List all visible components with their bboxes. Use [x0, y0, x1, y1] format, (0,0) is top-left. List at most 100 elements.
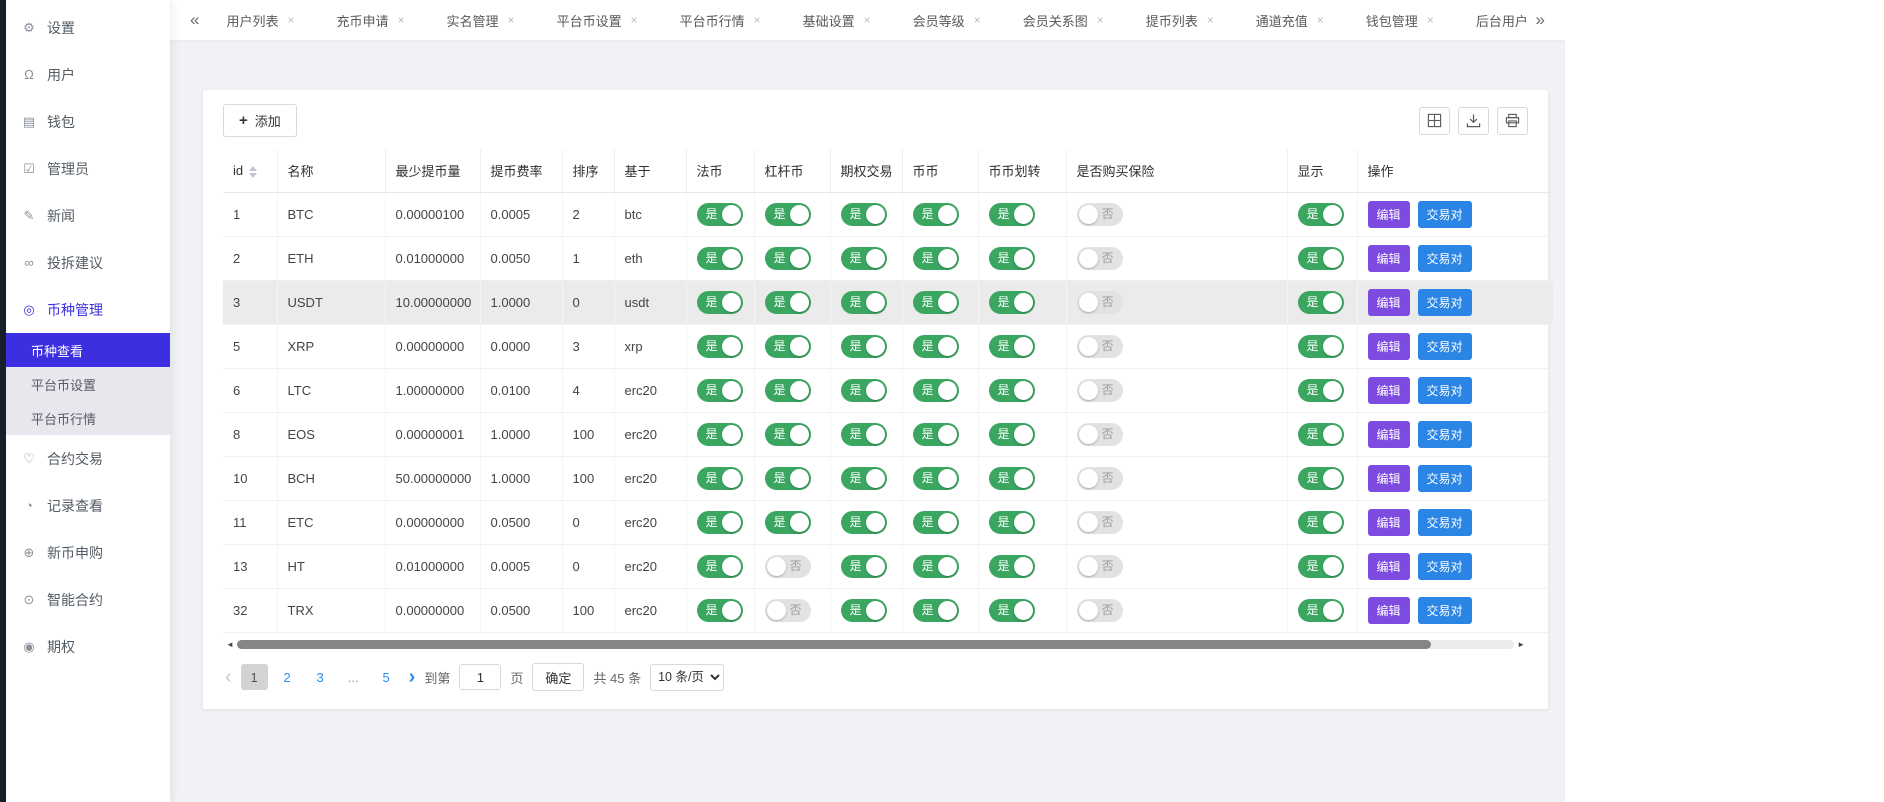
sidebar-subitem-coin-view[interactable]: 币种查看: [6, 333, 170, 367]
toggle-fiat[interactable]: 是: [697, 335, 743, 358]
toggle-options-trading[interactable]: 是: [841, 379, 887, 402]
trading-pair-button[interactable]: 交易对: [1418, 421, 1472, 448]
sort-icon[interactable]: [249, 166, 257, 178]
toggle-spot[interactable]: 是: [913, 555, 959, 578]
trading-pair-button[interactable]: 交易对: [1418, 465, 1472, 492]
toggle-spot[interactable]: 是: [913, 511, 959, 534]
trading-pair-button[interactable]: 交易对: [1418, 201, 1472, 228]
toggle-visible[interactable]: 是: [1298, 599, 1344, 622]
sidebar-item-admins[interactable]: ☑管理员: [6, 145, 170, 192]
tab-close-icon[interactable]: ×: [508, 13, 515, 27]
toggle-options-trading[interactable]: 是: [841, 203, 887, 226]
tab-close-icon[interactable]: ×: [631, 13, 638, 27]
toggle-insurance[interactable]: 否: [1077, 555, 1123, 578]
sidebar-item-settings[interactable]: ⚙设置: [6, 4, 170, 51]
page-number-2[interactable]: 2: [274, 664, 301, 690]
toggle-fiat[interactable]: 是: [697, 203, 743, 226]
toggle-options-trading[interactable]: 是: [841, 335, 887, 358]
trading-pair-button[interactable]: 交易对: [1418, 597, 1472, 624]
tab-member-level[interactable]: 会员等级×: [898, 4, 996, 37]
toggle-insurance[interactable]: 否: [1077, 203, 1123, 226]
tab-basic-settings[interactable]: 基础设置×: [788, 4, 886, 37]
edit-button[interactable]: 编辑: [1368, 333, 1410, 360]
confirm-button[interactable]: 确定: [532, 663, 584, 691]
toggle-visible[interactable]: 是: [1298, 335, 1344, 358]
sidebar-item-options[interactable]: ◉期权: [6, 623, 170, 670]
toggle-visible[interactable]: 是: [1298, 423, 1344, 446]
tab-user-list[interactable]: 用户列表×: [211, 4, 309, 37]
page-number-5[interactable]: 5: [373, 664, 400, 690]
toggle-leverage[interactable]: 否: [765, 599, 811, 622]
tab-deposit-requests[interactable]: 充币申请×: [322, 4, 420, 37]
toggle-leverage[interactable]: 是: [765, 203, 811, 226]
page-number-3[interactable]: 3: [307, 664, 334, 690]
toggle-fiat[interactable]: 是: [697, 511, 743, 534]
sidebar-item-record-view[interactable]: ◔记录查看: [6, 482, 170, 529]
toggle-insurance[interactable]: 否: [1077, 511, 1123, 534]
toggle-fiat[interactable]: 是: [697, 599, 743, 622]
toggle-visible[interactable]: 是: [1298, 203, 1344, 226]
toggle-leverage[interactable]: 是: [765, 423, 811, 446]
edit-button[interactable]: 编辑: [1368, 377, 1410, 404]
sidebar-item-wallet[interactable]: ▤钱包: [6, 98, 170, 145]
toggle-spot[interactable]: 是: [913, 247, 959, 270]
tab-backend-users[interactable]: 后台用户×: [1461, 4, 1530, 37]
toggle-transfer[interactable]: 是: [989, 555, 1035, 578]
sidebar-item-feedback[interactable]: ∞投拆建议: [6, 239, 170, 286]
tab-withdraw-list[interactable]: 提币列表×: [1131, 4, 1229, 37]
tab-platform-coin-market[interactable]: 平台币行情×: [665, 4, 776, 37]
trading-pair-button[interactable]: 交易对: [1418, 377, 1472, 404]
toggle-transfer[interactable]: 是: [989, 203, 1035, 226]
toggle-leverage[interactable]: 否: [765, 555, 811, 578]
toggle-leverage[interactable]: 是: [765, 291, 811, 314]
toggle-spot[interactable]: 是: [913, 467, 959, 490]
toggle-visible[interactable]: 是: [1298, 511, 1344, 534]
toggle-spot[interactable]: 是: [913, 291, 959, 314]
tab-wallet-manage[interactable]: 钱包管理×: [1351, 4, 1449, 37]
toggle-fiat[interactable]: 是: [697, 247, 743, 270]
tab-close-icon[interactable]: ×: [1317, 13, 1324, 27]
toggle-fiat[interactable]: 是: [697, 555, 743, 578]
scrollbar-thumb[interactable]: [237, 640, 1431, 649]
prev-page-icon[interactable]: ‹: [225, 667, 232, 687]
trading-pair-button[interactable]: 交易对: [1418, 245, 1472, 272]
toggle-fiat[interactable]: 是: [697, 467, 743, 490]
toggle-leverage[interactable]: 是: [765, 511, 811, 534]
page-number-1[interactable]: 1: [241, 664, 268, 690]
scroll-right-icon[interactable]: ►: [1514, 640, 1528, 649]
tab-close-icon[interactable]: ×: [287, 13, 294, 27]
sidebar-item-users[interactable]: Ω用户: [6, 51, 170, 98]
toggle-leverage[interactable]: 是: [765, 379, 811, 402]
toggle-transfer[interactable]: 是: [989, 467, 1035, 490]
edit-button[interactable]: 编辑: [1368, 597, 1410, 624]
toggle-transfer[interactable]: 是: [989, 379, 1035, 402]
sidebar-item-smart-contract[interactable]: ⊙智能合约: [6, 576, 170, 623]
toggle-spot[interactable]: 是: [913, 335, 959, 358]
sidebar-item-new-coin-subscribe[interactable]: ⊕新币申购: [6, 529, 170, 576]
sidebar-item-contract-trade[interactable]: ♡合约交易: [6, 435, 170, 482]
tab-close-icon[interactable]: ×: [864, 13, 871, 27]
edit-button[interactable]: 编辑: [1368, 553, 1410, 580]
toggle-options-trading[interactable]: 是: [841, 555, 887, 578]
column-toggle-button[interactable]: [1419, 107, 1450, 135]
toggle-transfer[interactable]: 是: [989, 423, 1035, 446]
toggle-options-trading[interactable]: 是: [841, 511, 887, 534]
tab-channel-deposit[interactable]: 通道充值×: [1241, 4, 1339, 37]
jump-page-input[interactable]: [459, 664, 501, 690]
toggle-spot[interactable]: 是: [913, 423, 959, 446]
toggle-transfer[interactable]: 是: [989, 291, 1035, 314]
toggle-transfer[interactable]: 是: [989, 511, 1035, 534]
toggle-transfer[interactable]: 是: [989, 599, 1035, 622]
col-header-id[interactable]: id: [223, 149, 277, 193]
sidebar-subitem-platform-coin-market[interactable]: 平台币行情: [6, 401, 170, 435]
export-button[interactable]: [1458, 107, 1489, 135]
toggle-transfer[interactable]: 是: [989, 247, 1035, 270]
toggle-insurance[interactable]: 否: [1077, 599, 1123, 622]
toggle-insurance[interactable]: 否: [1077, 335, 1123, 358]
trading-pair-button[interactable]: 交易对: [1418, 509, 1472, 536]
toggle-fiat[interactable]: 是: [697, 423, 743, 446]
toggle-fiat[interactable]: 是: [697, 291, 743, 314]
toggle-transfer[interactable]: 是: [989, 335, 1035, 358]
toggle-options-trading[interactable]: 是: [841, 467, 887, 490]
edit-button[interactable]: 编辑: [1368, 465, 1410, 492]
